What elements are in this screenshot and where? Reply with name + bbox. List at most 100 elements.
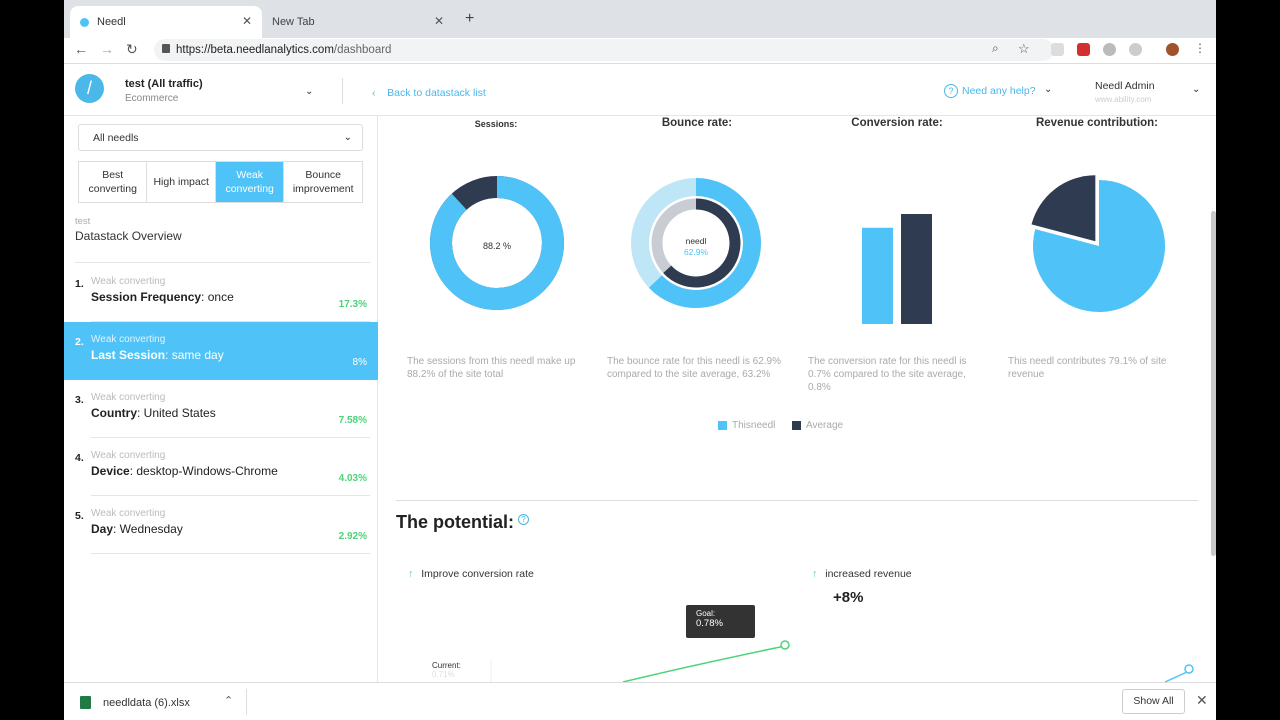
- chevron-down-icon[interactable]: ⌄: [1044, 84, 1052, 95]
- extension-icon[interactable]: [1051, 43, 1064, 56]
- sessions-heading: Sessions:: [474, 119, 518, 129]
- filter-weak-converting[interactable]: Weak converting: [215, 162, 285, 202]
- extension-icon[interactable]: [1129, 43, 1142, 56]
- item-number: 2.: [75, 336, 84, 348]
- legend-label: Thisneedl: [732, 420, 776, 431]
- excel-file-icon: [80, 696, 91, 709]
- bounce-center-value: 62.9%: [684, 247, 709, 257]
- item-number: 4.: [75, 452, 84, 464]
- download-bar: needldata (6).xlsx ⌃ Show All ✕: [64, 682, 1216, 720]
- potential-title: The potential:: [396, 512, 514, 532]
- sessions-description: The sessions from this needl make up 88.…: [407, 356, 576, 380]
- close-icon[interactable]: ✕: [242, 14, 252, 28]
- forward-arrow-icon[interactable]: →: [100, 41, 114, 57]
- site-title[interactable]: test (All traffic): [125, 78, 203, 90]
- legend-swatch: [792, 421, 801, 430]
- legend-label: Average: [806, 420, 844, 431]
- item-description: Day: Wednesday: [91, 522, 183, 536]
- main-content: Sessions: Bounce rate: Conversion rate: …: [379, 116, 1216, 682]
- app-header: / test (All traffic) Ecommerce ⌄ ‹ Back …: [64, 64, 1216, 116]
- revenue-pie-chart: [1031, 175, 1165, 312]
- needl-filter-select[interactable]: All needls ⌄: [78, 124, 363, 151]
- list-item[interactable]: 1. Weak converting Session Frequency: on…: [64, 264, 378, 322]
- help-button[interactable]: ? Need any help?: [944, 84, 1036, 98]
- kpi-revenue: ↑ increased revenue: [812, 568, 912, 580]
- reload-icon[interactable]: ↻: [126, 41, 138, 58]
- item-description: Session Frequency: once: [91, 290, 234, 304]
- tab-strip: Needl ✕ New Tab ✕ +: [64, 0, 1216, 38]
- item-category: Weak converting: [91, 508, 166, 519]
- item-description: Country: United States: [91, 406, 216, 420]
- menu-icon[interactable]: ⋮: [1194, 41, 1206, 55]
- new-tab-button[interactable]: +: [465, 10, 474, 28]
- bar-this-needl: [862, 227, 893, 324]
- chevron-down-icon[interactable]: ⌄: [1192, 84, 1200, 95]
- extension-icon[interactable]: [1103, 43, 1116, 56]
- filter-high-impact[interactable]: High impact: [147, 162, 216, 202]
- tab-needl[interactable]: Needl ✕: [70, 6, 262, 38]
- chevron-down-icon: ⌄: [343, 132, 352, 143]
- tab-new-tab[interactable]: New Tab ✕: [262, 6, 454, 38]
- item-key: Country: [91, 406, 137, 420]
- item-value: : same day: [165, 348, 224, 362]
- back-to-datastack-link[interactable]: ‹ Back to datastack list: [372, 87, 486, 99]
- avatar[interactable]: [1166, 43, 1179, 56]
- filter-bounce-improvement[interactable]: Bounce improvement: [284, 162, 362, 202]
- list-item-selected[interactable]: 2. Weak converting Last Session: same da…: [64, 322, 378, 380]
- question-icon[interactable]: ?: [518, 514, 529, 525]
- item-number: 3.: [75, 394, 84, 406]
- filter-best-converting[interactable]: Best converting: [79, 162, 148, 202]
- chevron-down-icon[interactable]: ⌄: [305, 86, 313, 97]
- extension-icon[interactable]: [1077, 43, 1090, 56]
- list-item[interactable]: 4. Weak converting Device: desktop-Windo…: [64, 438, 378, 496]
- list-item[interactable]: 3. Weak converting Country: United State…: [64, 380, 378, 438]
- potential-heading: The potential:?: [396, 512, 529, 533]
- download-file[interactable]: needldata (6).xlsx: [103, 697, 190, 709]
- url-host: https://beta.needlanalytics.com: [176, 44, 334, 56]
- star-icon[interactable]: ☆: [1018, 41, 1030, 57]
- sidebar: All needls ⌄ Best converting High impact…: [64, 116, 378, 682]
- user-site: www.ability.com: [1095, 95, 1152, 104]
- filter-tabs: Best converting High impact Weak convert…: [78, 161, 363, 203]
- question-icon: ?: [944, 84, 958, 98]
- revenue-line: [1164, 671, 1188, 682]
- lock-icon: [162, 44, 170, 53]
- item-value: : United States: [137, 406, 216, 420]
- bounce-description: The bounce rate for this needl is 62.9% …: [607, 356, 781, 380]
- item-category: Weak converting: [91, 334, 166, 345]
- tab-title: Needl: [97, 16, 126, 28]
- item-key: Device: [91, 464, 130, 478]
- item-percent: 2.92%: [338, 531, 367, 542]
- datastack-overview-link[interactable]: Datastack Overview: [75, 229, 182, 243]
- list-item[interactable]: 5. Weak converting Day: Wednesday 2.92%: [64, 496, 378, 554]
- item-value: : once: [201, 290, 234, 304]
- tab-title: New Tab: [272, 16, 315, 28]
- legend-this-needl: Thisneedl: [718, 420, 775, 431]
- show-all-button[interactable]: Show All: [1122, 689, 1185, 714]
- goal-point[interactable]: [780, 640, 790, 650]
- item-number: 1.: [75, 278, 84, 290]
- address-bar[interactable]: https://beta.needlanalytics.com/dashboar…: [154, 39, 1054, 61]
- divider: [75, 262, 370, 263]
- back-arrow-icon[interactable]: ←: [74, 41, 88, 57]
- conversion-bar-chart: [862, 214, 932, 324]
- revenue-point[interactable]: [1184, 664, 1194, 674]
- chevron-up-icon[interactable]: ⌃: [224, 694, 233, 707]
- item-percent: 7.58%: [338, 415, 367, 426]
- close-icon[interactable]: ✕: [434, 14, 444, 28]
- zoom-icon[interactable]: ⌕: [992, 41, 999, 56]
- kpi-label: Improve conversion rate: [421, 568, 534, 580]
- browser-window: Needl ✕ New Tab ✕ + ← → ↻ https://beta.n…: [64, 0, 1216, 720]
- needl-favicon-icon: [80, 17, 89, 27]
- close-icon[interactable]: ✕: [1196, 692, 1208, 709]
- item-percent: 17.3%: [338, 299, 367, 310]
- divider: [396, 500, 1198, 501]
- needl-logo-icon[interactable]: /: [75, 74, 104, 103]
- item-value: : desktop-Windows-Chrome: [129, 464, 278, 478]
- kpi-revenue-value: +8%: [833, 589, 864, 606]
- kpi-label: increased revenue: [825, 568, 912, 580]
- scrollbar[interactable]: [1211, 211, 1216, 556]
- user-name[interactable]: Needl Admin: [1095, 80, 1155, 92]
- current-label-block: Current: 0.71%: [432, 661, 461, 679]
- goal-line: [622, 645, 786, 682]
